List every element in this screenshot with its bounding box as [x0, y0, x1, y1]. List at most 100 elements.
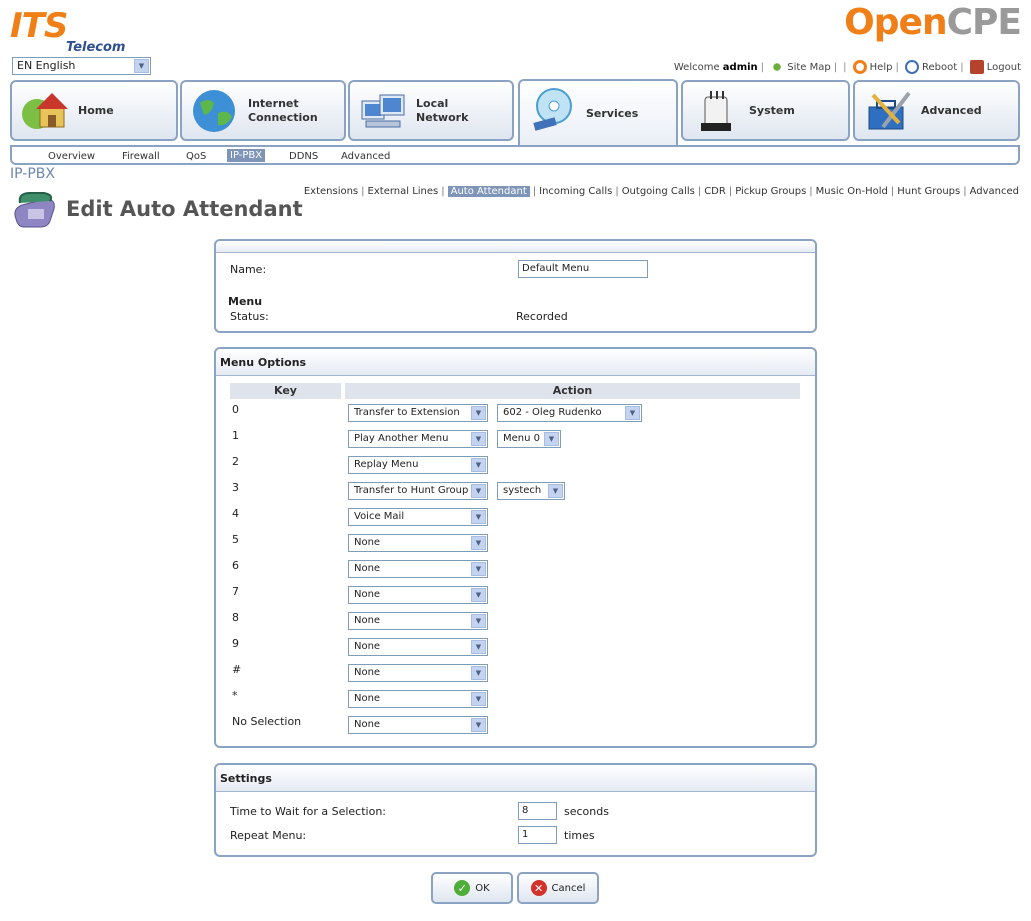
target-select-0[interactable]: 602 - Oleg Rudenko ▼: [497, 404, 642, 422]
tab-internet-connection[interactable]: Internet Connection: [180, 80, 346, 141]
page-title: Edit Auto Attendant: [66, 197, 303, 221]
subtab-ip-pbx[interactable]: IP-PBX: [227, 149, 266, 162]
menu-key-star: *: [232, 689, 238, 702]
target-select-1[interactable]: Menu 0 ▼: [497, 430, 561, 448]
action-select-5[interactable]: None ▼: [348, 534, 488, 552]
subtab-overview[interactable]: Overview: [48, 151, 95, 162]
system-device-icon: [701, 91, 731, 131]
opencpe-logo: OpenCPE: [844, 2, 1022, 43]
action-select-no-selection[interactable]: None ▼: [348, 716, 488, 734]
name-label: Name:: [230, 263, 267, 276]
action-select-0-value: Transfer to Extension: [354, 407, 460, 418]
phone-icon: [14, 192, 55, 228]
reboot-label: Reboot: [922, 62, 958, 73]
wait-selection-unit: seconds: [564, 805, 609, 818]
language-select[interactable]: EN English ▼: [12, 57, 151, 75]
action-select-7-value: None: [354, 589, 381, 600]
toolbox-icon: [868, 91, 911, 130]
action-select-9-value: None: [354, 641, 381, 652]
menu-key-no-selection: No Selection: [232, 715, 302, 728]
chevron-down-icon: ▼: [471, 562, 486, 576]
ttab-outgoing-calls[interactable]: Outgoing Calls: [622, 186, 695, 197]
logo-open-text: Open: [844, 2, 947, 43]
target-select-3[interactable]: systech ▼: [497, 482, 565, 500]
action-select-3[interactable]: Transfer to Hunt Group ▼: [348, 482, 488, 500]
site-map-link[interactable]: Site Map: [770, 60, 831, 74]
menu-status-label-line1: Menu: [228, 295, 263, 308]
chevron-down-icon: ▼: [471, 666, 486, 680]
ttab-music-on-hold[interactable]: Music On-Hold: [816, 186, 888, 197]
menu-options-title: Menu Options: [216, 349, 815, 376]
target-select-0-value: 602 - Oleg Rudenko: [503, 407, 602, 418]
name-input[interactable]: Default Menu: [518, 260, 648, 278]
action-select-9[interactable]: None ▼: [348, 638, 488, 656]
checkmark-icon: ✓: [454, 880, 471, 896]
site-map-icon: [770, 60, 785, 74]
action-select-1[interactable]: Play Another Menu ▼: [348, 430, 488, 448]
ttab-pickup-groups[interactable]: Pickup Groups: [735, 186, 806, 197]
chevron-down-icon: ▼: [625, 406, 640, 420]
tab-internet-connection-label: Internet Connection: [248, 96, 318, 124]
ttab-auto-attendant[interactable]: Auto Attendant: [447, 186, 530, 197]
subtab-advanced[interactable]: Advanced: [341, 151, 390, 162]
subtab-qos[interactable]: QoS: [186, 151, 206, 162]
chevron-down-icon: ▼: [471, 614, 486, 628]
chevron-down-icon: ▼: [471, 406, 486, 420]
tab-advanced[interactable]: Advanced: [853, 80, 1020, 141]
action-select-star[interactable]: None ▼: [348, 690, 488, 708]
tab-local-network[interactable]: Local Network: [348, 80, 514, 141]
action-select-8[interactable]: None ▼: [348, 612, 488, 630]
action-select-4[interactable]: Voice Mail ▼: [348, 508, 488, 526]
logout-link[interactable]: Logout: [969, 60, 1021, 74]
site-map-label: Site Map: [787, 62, 831, 73]
help-icon: [852, 60, 867, 74]
ttab-hunt-groups[interactable]: Hunt Groups: [897, 186, 960, 197]
ttab-extensions[interactable]: Extensions: [304, 186, 358, 197]
action-select-2[interactable]: Replay Menu ▼: [348, 456, 488, 474]
action-select-star-value: None: [354, 693, 381, 704]
tab-services[interactable]: Services: [518, 79, 678, 147]
home-icon: [22, 93, 68, 129]
action-select-0[interactable]: Transfer to Extension ▼: [348, 404, 488, 422]
repeat-menu-label: Repeat Menu:: [230, 829, 307, 842]
action-select-7[interactable]: None ▼: [348, 586, 488, 604]
tab-services-label: Services: [586, 107, 639, 120]
ok-button[interactable]: ✓ OK: [431, 872, 513, 904]
tab-home[interactable]: Home: [10, 80, 178, 141]
tab-system[interactable]: System: [681, 80, 850, 141]
ip-pbx-tabs: Extensions | External Lines | Auto Attendant…: [303, 186, 1019, 197]
action-select-hash-value: None: [354, 667, 381, 678]
menu-status-label-line2: Status:: [230, 310, 269, 323]
tab-home-label: Home: [78, 103, 114, 117]
wait-selection-input[interactable]: 8: [518, 802, 557, 820]
reboot-link[interactable]: Reboot: [905, 60, 958, 74]
menu-key-8: 8: [232, 611, 239, 624]
menu-key-2: 2: [232, 455, 239, 468]
menu-key-4: 4: [232, 507, 239, 520]
action-select-6[interactable]: None ▼: [348, 560, 488, 578]
close-icon: ✕: [530, 880, 547, 896]
menu-key-3: 3: [232, 481, 239, 494]
cancel-button[interactable]: ✕ Cancel: [517, 872, 599, 904]
ttab-advanced[interactable]: Advanced: [970, 186, 1019, 197]
ttab-incoming-calls[interactable]: Incoming Calls: [539, 186, 612, 197]
chevron-down-icon: ▼: [544, 432, 559, 446]
chevron-down-icon: ▼: [471, 458, 486, 472]
services-disc-icon: [533, 88, 572, 131]
subtab-ddns[interactable]: DDNS: [289, 151, 318, 162]
user-toolbar: Welcome admin | Site Map | | Help | Reboot | …: [673, 60, 1021, 74]
help-label: Help: [869, 62, 893, 73]
action-select-1-value: Play Another Menu: [354, 433, 449, 444]
menu-key-hash: #: [232, 663, 242, 676]
logo-telecom-text: Telecom: [66, 40, 126, 55]
settings-title: Settings: [216, 765, 815, 792]
ttab-external-lines[interactable]: External Lines: [368, 186, 439, 197]
action-select-hash[interactable]: None ▼: [348, 664, 488, 682]
repeat-menu-input[interactable]: 1: [518, 826, 557, 844]
subtab-firewall[interactable]: Firewall: [122, 151, 160, 162]
ttab-cdr[interactable]: CDR: [704, 186, 726, 197]
computers-icon: [361, 94, 405, 128]
help-link[interactable]: Help: [852, 60, 893, 74]
target-select-3-value: systech: [503, 485, 542, 496]
logo-cpe-text: CPE: [946, 2, 1022, 43]
